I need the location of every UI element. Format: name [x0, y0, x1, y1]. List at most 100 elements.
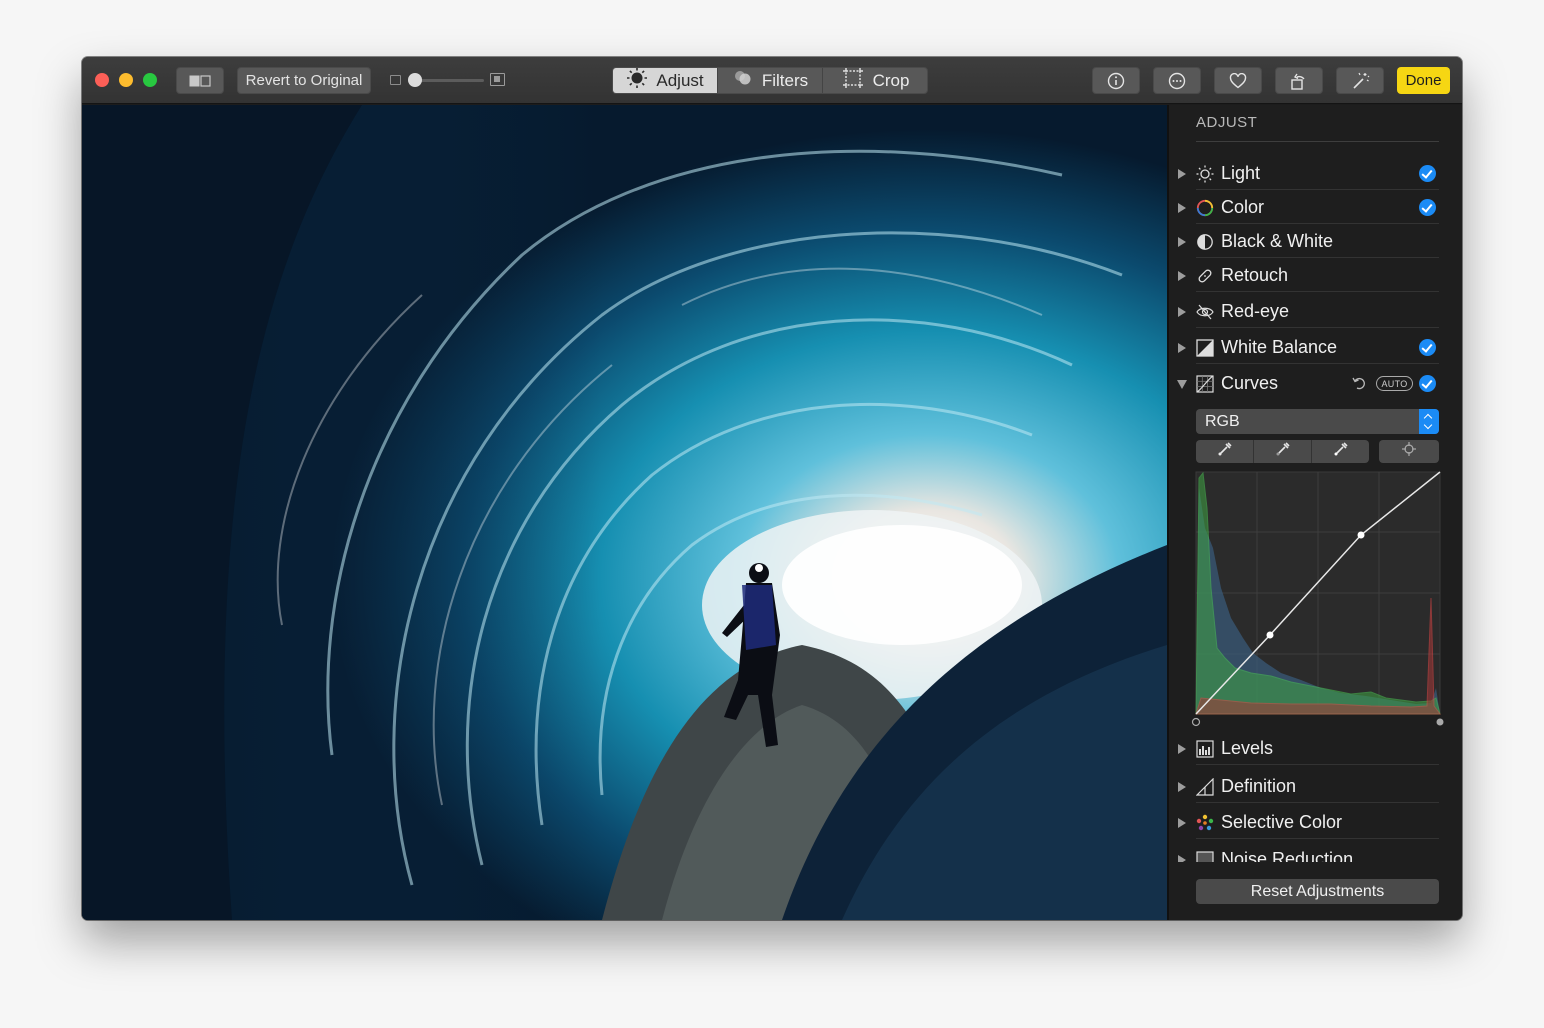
sidebar-item-label: Red-eye — [1221, 301, 1290, 321]
divider — [1196, 223, 1439, 224]
color-wheel-icon — [1196, 199, 1214, 217]
tab-adjust-label: Adjust — [656, 70, 704, 90]
rotate-icon — [1289, 71, 1309, 91]
sidebar-item-definition[interactable]: Definition — [1169, 770, 1439, 803]
auto-enhance-button[interactable] — [1336, 67, 1384, 94]
sidebar-item-black-white[interactable]: Black & White — [1169, 225, 1439, 258]
white-point-eyedropper-button[interactable] — [1312, 440, 1369, 463]
disclosure-triangle-icon[interactable] — [1178, 343, 1186, 353]
disclosure-triangle-icon[interactable] — [1178, 855, 1186, 862]
half-circle-icon — [1196, 233, 1214, 251]
tab-filters[interactable]: Filters — [718, 68, 823, 93]
reset-label: Reset Adjustments — [1250, 882, 1385, 900]
split-view-icon — [189, 74, 211, 87]
divider — [1196, 291, 1439, 292]
disclosure-triangle-icon[interactable] — [1178, 271, 1186, 281]
close-window-button[interactable] — [95, 73, 109, 87]
ice-cave-photo — [82, 105, 1167, 920]
sidebar-item-label: Curves — [1221, 373, 1279, 393]
curves-icon — [1196, 375, 1214, 393]
sidebar-item-noise-reduction[interactable]: Noise Reduction — [1169, 843, 1439, 862]
sun-icon — [626, 68, 648, 93]
add-point-button[interactable] — [1379, 440, 1439, 463]
sidebar-item-label: Noise Reduction — [1221, 849, 1354, 862]
sun-icon — [1196, 165, 1214, 183]
sidebar-item-label: White Balance — [1221, 337, 1338, 357]
sidebar-item-levels[interactable]: Levels — [1169, 732, 1439, 765]
disclosure-triangle-icon[interactable] — [1178, 203, 1186, 213]
checkmark-icon[interactable] — [1419, 339, 1436, 356]
crop-icon — [841, 68, 865, 93]
bandage-icon — [1196, 267, 1214, 285]
zoom-out-icon — [390, 75, 401, 85]
tab-crop[interactable]: Crop — [823, 68, 927, 93]
adjustments-list-continued: Levels Definition Selective Color Noise … — [1169, 732, 1462, 862]
eyedropper-icon — [1333, 441, 1349, 462]
adjust-sidebar: ADJUST Light Color Black & White Retouch… — [1167, 105, 1462, 920]
undo-icon[interactable] — [1351, 375, 1367, 391]
favorite-button[interactable] — [1214, 67, 1262, 94]
divider — [1196, 838, 1439, 839]
filters-icon — [732, 69, 754, 92]
done-label: Done — [1405, 72, 1442, 89]
heart-icon — [1229, 72, 1247, 89]
crosshair-icon — [1401, 441, 1417, 462]
auto-button[interactable]: AUTO — [1376, 376, 1413, 391]
disclosure-triangle-icon[interactable] — [1178, 307, 1186, 317]
done-button[interactable]: Done — [1397, 67, 1450, 94]
tab-crop-label: Crop — [872, 70, 910, 90]
reset-adjustments-button[interactable]: Reset Adjustments — [1196, 879, 1439, 904]
sidebar-item-curves[interactable]: Curves AUTO — [1169, 367, 1439, 400]
sidebar-item-label: Retouch — [1221, 265, 1289, 285]
sidebar-item-light[interactable]: Light — [1169, 157, 1439, 190]
checkmark-icon[interactable] — [1419, 165, 1436, 182]
zoom-slider-knob[interactable] — [408, 73, 422, 87]
divider — [1196, 802, 1439, 803]
sidebar-item-white-balance[interactable]: White Balance — [1169, 331, 1439, 364]
gray-point-eyedropper-button[interactable] — [1254, 440, 1312, 463]
levels-icon — [1196, 740, 1214, 758]
checkmark-icon[interactable] — [1419, 375, 1436, 392]
photos-window: Revert to Original Adjust Filters Crop D… — [82, 57, 1462, 920]
maximize-window-button[interactable] — [143, 73, 157, 87]
sidebar-item-label: Selective Color — [1221, 812, 1343, 832]
sidebar-title: ADJUST — [1196, 114, 1439, 142]
white-balance-icon — [1196, 339, 1214, 357]
divider — [1196, 189, 1439, 190]
checkmark-icon[interactable] — [1419, 199, 1436, 216]
edit-mode-segmented-control: Adjust Filters Crop — [612, 67, 928, 94]
more-button[interactable] — [1153, 67, 1201, 94]
zoom-slider-track[interactable] — [412, 79, 484, 82]
minimize-window-button[interactable] — [119, 73, 133, 87]
sidebar-item-label: Levels — [1221, 738, 1274, 758]
curves-channel-select[interactable]: RGB — [1196, 409, 1439, 434]
curves-graph[interactable] — [1191, 468, 1445, 730]
info-button[interactable] — [1092, 67, 1140, 94]
divider — [1196, 363, 1439, 364]
divider — [1196, 257, 1439, 258]
photo-canvas[interactable] — [82, 105, 1167, 920]
disclosure-triangle-icon[interactable] — [1178, 782, 1186, 792]
tab-filters-label: Filters — [761, 70, 809, 90]
selective-color-icon — [1196, 814, 1214, 832]
sidebar-item-selective-color[interactable]: Selective Color — [1169, 806, 1439, 839]
eyedropper-group — [1196, 440, 1369, 463]
disclosure-triangle-icon[interactable] — [1178, 237, 1186, 247]
sidebar-item-label: Color — [1221, 197, 1265, 217]
disclosure-triangle-icon[interactable] — [1178, 744, 1186, 754]
sidebar-item-retouch[interactable]: Retouch — [1169, 259, 1439, 292]
split-view-button[interactable] — [176, 67, 224, 94]
eyedropper-icon — [1217, 441, 1233, 462]
disclosure-triangle-icon[interactable] — [1178, 818, 1186, 828]
sidebar-item-red-eye[interactable]: Red-eye — [1169, 295, 1439, 328]
info-icon — [1107, 72, 1125, 90]
revert-to-original-button[interactable]: Revert to Original — [237, 67, 371, 94]
sidebar-item-color[interactable]: Color — [1169, 191, 1439, 224]
sidebar-item-label: Light — [1221, 163, 1261, 183]
tab-adjust[interactable]: Adjust — [613, 68, 718, 93]
black-point-eyedropper-button[interactable] — [1196, 440, 1254, 463]
rotate-button[interactable] — [1275, 67, 1323, 94]
disclosure-triangle-icon[interactable] — [1177, 380, 1187, 389]
disclosure-triangle-icon[interactable] — [1178, 169, 1186, 179]
more-icon — [1168, 72, 1186, 90]
